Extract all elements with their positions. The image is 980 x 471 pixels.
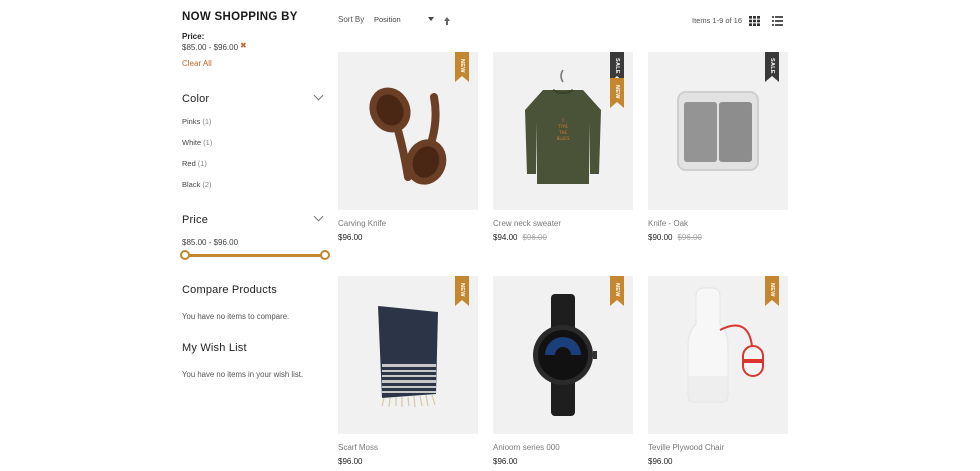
product-name[interactable]: Anioorn series 000: [493, 443, 560, 452]
new-badge: NEW: [610, 78, 624, 108]
wishlist-empty-text: You have no items in your wish list.: [182, 370, 304, 379]
product-price: $96.00: [338, 457, 362, 466]
new-badge-label: NEW: [459, 283, 465, 297]
wishlist-title: My Wish List: [182, 342, 247, 354]
sort-by-label: Sort By: [338, 15, 365, 24]
product-name[interactable]: Knife - Oak: [648, 219, 688, 228]
grid-view-icon[interactable]: [749, 16, 760, 26]
price-filter-header[interactable]: Price: [182, 210, 328, 226]
color-option-label: Red: [182, 159, 196, 168]
color-filter-header[interactable]: Color: [182, 89, 328, 105]
price-slider-track[interactable]: [185, 254, 325, 257]
svg-text:TYPE: TYPE: [557, 124, 568, 129]
sort-by-select[interactable]: Position: [370, 13, 440, 27]
new-badge: NEW: [765, 276, 779, 306]
product-name[interactable]: Crew neck sweater: [493, 219, 561, 228]
color-option-count: (2): [202, 180, 212, 189]
product-price-value: $96.00: [338, 457, 363, 466]
color-option-label: White: [182, 138, 202, 147]
color-option-pinks[interactable]: Pinks (1): [182, 117, 212, 126]
compare-products-title: Compare Products: [182, 284, 277, 296]
product-price-value: $96.00: [493, 457, 518, 466]
product-photo[interactable]: NEW: [338, 52, 478, 210]
chevron-down-icon: [313, 211, 324, 222]
svg-text:BLUES: BLUES: [557, 136, 570, 141]
product-price-value: $96.00: [338, 233, 363, 242]
new-badge-label: NEW: [614, 283, 620, 297]
close-x-icon[interactable]: ✖: [240, 41, 247, 50]
sale-badge-label: SALE: [769, 58, 775, 74]
items-count: Items 1-9 of 16: [692, 16, 743, 25]
product-price: $96.00: [493, 457, 517, 466]
product-name[interactable]: Carving Knife: [338, 219, 386, 228]
new-badge: NEW: [455, 276, 469, 306]
sale-badge: SALE: [765, 52, 779, 82]
color-option-white[interactable]: White (1): [182, 138, 212, 147]
product-price: $96.00: [648, 457, 672, 466]
product-price: $96.00: [338, 233, 362, 242]
clear-all-link[interactable]: Clear All: [182, 59, 212, 68]
product-photo[interactable]: I TYPE THE BLUES SALE NEW: [493, 52, 633, 210]
price-filter-title: Price: [182, 214, 209, 226]
active-filter-label: Price:: [182, 32, 205, 41]
price-slider-min-handle[interactable]: [180, 250, 190, 260]
arrow-up-icon[interactable]: [443, 16, 451, 26]
product-old-price: $96.00: [522, 233, 547, 242]
product-name[interactable]: Teville Plywood Chair: [648, 443, 724, 452]
product-price: $90.00 $96.00: [648, 233, 702, 242]
color-option-label: Black: [182, 180, 201, 189]
sort-by-value: Position: [374, 15, 401, 24]
new-badge: NEW: [610, 276, 624, 306]
compare-empty-text: You have no items to compare.: [182, 312, 290, 321]
color-option-black[interactable]: Black (2): [182, 180, 212, 189]
color-option-count: (1): [203, 138, 213, 147]
color-option-label: Pinks: [182, 117, 201, 126]
new-badge-label: NEW: [459, 59, 465, 73]
product-photo[interactable]: NEW: [493, 276, 633, 434]
color-option-count: (1): [197, 159, 207, 168]
color-option-count: (1): [202, 117, 212, 126]
product-price-value: $94.00: [493, 233, 518, 242]
color-filter-title: Color: [182, 93, 210, 105]
price-range-text: $85.00 - $96.00: [182, 238, 239, 247]
chevron-down-icon: [313, 90, 324, 101]
new-badge: NEW: [455, 52, 469, 82]
color-option-red[interactable]: Red (1): [182, 159, 207, 168]
svg-text:THE: THE: [558, 130, 567, 135]
product-photo[interactable]: NEW: [648, 276, 788, 434]
product-photo[interactable]: NEW: [338, 276, 478, 434]
product-price-value: $90.00: [648, 233, 673, 242]
price-slider-max-handle[interactable]: [320, 250, 330, 260]
sale-badge-label: SALE: [614, 58, 620, 74]
product-price: $94.00 $96.00: [493, 233, 547, 242]
active-filter: $85.00 - $96.00 ✖: [182, 41, 247, 52]
active-filter-value: $85.00 - $96.00: [182, 43, 239, 52]
new-badge-label: NEW: [769, 283, 775, 297]
new-badge-label: NEW: [614, 85, 620, 99]
product-name[interactable]: Scarf Moss: [338, 443, 378, 452]
now-shopping-title: NOW SHOPPING BY: [182, 11, 298, 23]
product-photo[interactable]: SALE: [648, 52, 788, 210]
list-view-icon[interactable]: [772, 16, 783, 26]
product-old-price: $96.00: [677, 233, 702, 242]
product-price-value: $96.00: [648, 457, 673, 466]
caret-down-icon: [428, 17, 434, 21]
